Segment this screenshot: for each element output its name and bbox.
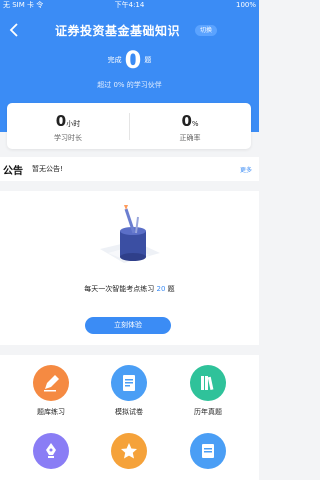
accuracy-unit: % (191, 120, 199, 128)
switch-subject-button[interactable]: 切换 (195, 25, 217, 36)
tile-row2-first[interactable] (21, 433, 81, 469)
study-time-value: 0 (55, 112, 67, 130)
tile-row2-second[interactable] (99, 433, 159, 469)
feature-grid: 题库练习 模拟试卷 历年真题 (0, 355, 259, 480)
pen-holder-illustration (100, 205, 160, 263)
clock: 下午4:14 (114, 1, 145, 9)
completed-count: 完成 0 题 (0, 46, 259, 74)
notice-badge: 公告 (3, 166, 23, 177)
battery-level: 100% (235, 1, 256, 9)
fountain-pen-icon (33, 433, 69, 469)
books-icon (190, 365, 226, 401)
tile-past-papers[interactable]: 历年真题 (178, 365, 238, 417)
tile-mock-exam[interactable]: 模拟试卷 (99, 365, 159, 417)
notice-more-link[interactable]: 更多 (240, 165, 252, 174)
accuracy-value: 0 (181, 112, 192, 130)
study-time-stat: 0小时 学习时长 (7, 111, 129, 143)
document-icon (190, 433, 226, 469)
daily-practice-text: 每天一次智能考点练习 20 题 (0, 284, 259, 294)
daily-practice-suffix: 题 (165, 285, 175, 293)
stats-card: 0小时 学习时长 0% 正确率 (7, 103, 251, 149)
page-title-text: 证券投资基金基础知识 (54, 24, 180, 38)
notice-text: 暂无公告! (32, 165, 63, 173)
pen-icon (33, 365, 69, 401)
tile-past-papers-label: 历年真题 (194, 408, 222, 416)
page-title: 证券投资基金基础知识 (0, 22, 259, 39)
daily-practice-prefix: 每天一次智能考点练习 (84, 285, 157, 293)
beyond-peers-text: 超过 0% 的学习伙伴 (97, 81, 162, 89)
completed-number: 0 (124, 46, 142, 74)
completed-prefix: 完成 (107, 56, 122, 64)
try-now-button[interactable]: 立刻体验 (85, 317, 171, 334)
tile-question-bank-label: 题库练习 (37, 408, 65, 416)
status-bar: 无 SIM 卡 令 下午4:14 100% (0, 0, 259, 10)
tile-question-bank[interactable]: 题库练习 (21, 365, 81, 417)
notice-bar[interactable]: 公告 暂无公告! 更多 (0, 157, 259, 181)
star-icon (111, 433, 147, 469)
accuracy-caption: 正确率 (179, 134, 201, 142)
tile-mock-exam-label: 模拟试卷 (115, 408, 143, 416)
daily-practice-card: 每天一次智能考点练习 20 题 立刻体验 (0, 191, 259, 345)
completed-suffix: 题 (144, 56, 152, 64)
tile-row2-third[interactable] (178, 433, 238, 469)
test-paper-icon (111, 365, 147, 401)
study-time-unit: 小时 (66, 120, 81, 128)
study-time-caption: 学习时长 (54, 134, 82, 142)
accuracy-stat: 0% 正确率 (129, 111, 251, 143)
